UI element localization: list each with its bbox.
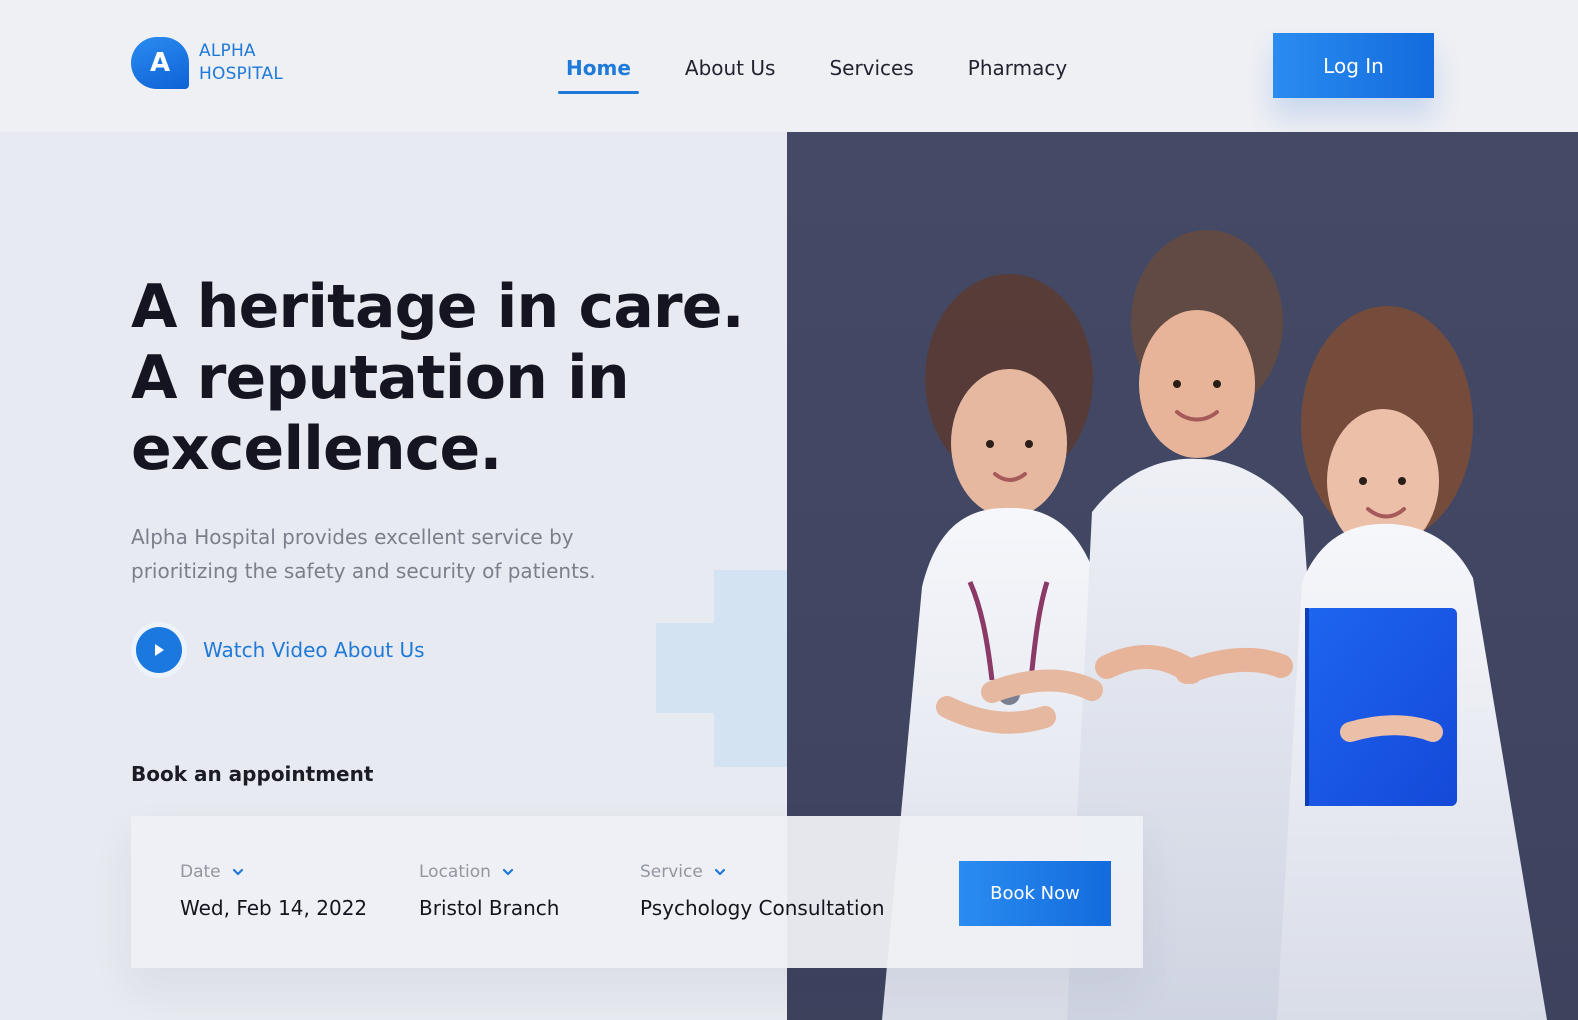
date-field[interactable]: Date Wed, Feb 14, 2022	[180, 862, 367, 920]
watch-video-label[interactable]: Watch Video About Us	[203, 638, 425, 662]
nav-home[interactable]: Home	[558, 52, 639, 94]
hero-description: Alpha Hospital provides excellent servic…	[131, 525, 596, 583]
date-label-text: Date	[180, 862, 221, 882]
decorative-cross-horizontal	[656, 623, 787, 713]
book-appointment-title: Book an appointment	[131, 762, 374, 786]
booking-panel: Date Wed, Feb 14, 2022 Location Bristol …	[131, 816, 1143, 968]
hero-title: A heritage in care. A reputation in exce…	[131, 272, 781, 485]
main-navigation: Home About Us Services Pharmacy	[558, 52, 1113, 94]
logo-mark: A	[131, 37, 189, 89]
chevron-down-icon	[231, 865, 245, 879]
date-label[interactable]: Date	[180, 862, 367, 882]
hero-title-line-1: A heritage in care.	[131, 272, 745, 342]
logo-line-2: HOSPITAL	[199, 64, 283, 84]
logo-line-1: ALPHA	[199, 41, 256, 61]
nav-services[interactable]: Services	[821, 52, 921, 94]
log-in-button[interactable]: Log In	[1273, 33, 1434, 98]
hero-title-line-3: excellence.	[131, 414, 502, 484]
play-button[interactable]	[131, 622, 187, 678]
location-label[interactable]: Location	[419, 862, 559, 882]
chevron-down-icon	[713, 865, 727, 879]
logo-text: ALPHA HOSPITAL	[199, 40, 283, 86]
chevron-down-icon	[501, 865, 515, 879]
service-label[interactable]: Service	[640, 862, 885, 882]
date-value[interactable]: Wed, Feb 14, 2022	[180, 896, 367, 920]
play-icon	[136, 627, 182, 673]
location-label-text: Location	[419, 862, 491, 882]
location-value[interactable]: Bristol Branch	[419, 896, 559, 920]
service-field[interactable]: Service Psychology Consultation	[640, 862, 885, 920]
hero-title-line-2: A reputation in	[131, 343, 630, 413]
nav-about-us[interactable]: About Us	[677, 52, 784, 94]
service-label-text: Service	[640, 862, 703, 882]
service-value[interactable]: Psychology Consultation	[640, 896, 885, 920]
location-field[interactable]: Location Bristol Branch	[419, 862, 559, 920]
nav-pharmacy[interactable]: Pharmacy	[960, 52, 1075, 94]
watch-video-link[interactable]: Watch Video About Us	[131, 622, 425, 678]
book-now-button[interactable]: Book Now	[959, 861, 1111, 926]
hospital-logo[interactable]: A ALPHA HOSPITAL	[131, 37, 283, 89]
top-header: A ALPHA HOSPITAL Home About Us Services …	[0, 0, 1578, 132]
